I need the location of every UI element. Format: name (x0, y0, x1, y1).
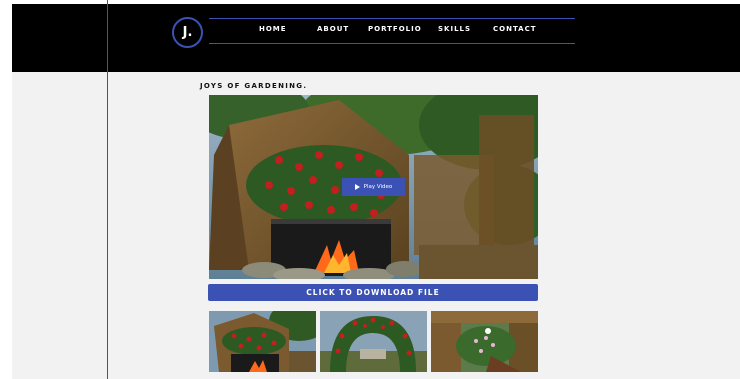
download-file-button[interactable]: CLICK TO DOWNLOAD FILE (208, 284, 538, 301)
nav-divider-top (209, 18, 575, 19)
nav-about[interactable]: ABOUT (317, 25, 349, 33)
thumbnail-3-image (431, 311, 538, 372)
left-margin (0, 0, 12, 379)
thumbnail-2[interactable] (320, 311, 427, 372)
nav-divider-bottom (209, 43, 575, 44)
play-video-label: Play Video (363, 184, 393, 190)
left-accent-line (107, 0, 108, 379)
nav-home[interactable]: HOME (259, 25, 287, 33)
logo[interactable]: J. (172, 17, 203, 48)
thumbnail-2-image (320, 311, 427, 372)
thumbnail-1-image (209, 311, 316, 372)
play-icon (354, 184, 360, 190)
page-title: JOYS OF GARDENING. (200, 82, 308, 90)
download-file-label: CLICK TO DOWNLOAD FILE (306, 288, 440, 297)
page: J. HOME ABOUT PORTFOLIO SKILLS CONTACT J… (0, 0, 740, 379)
nav-contact[interactable]: CONTACT (493, 25, 537, 33)
thumbnail-3[interactable] (431, 311, 538, 372)
site-header (12, 4, 740, 72)
nav-skills[interactable]: SKILLS (438, 25, 471, 33)
nav-portfolio[interactable]: PORTFOLIO (368, 25, 422, 33)
thumbnail-1[interactable] (209, 311, 316, 372)
play-video-button[interactable]: Play Video (342, 178, 405, 196)
logo-text: J. (182, 25, 193, 40)
